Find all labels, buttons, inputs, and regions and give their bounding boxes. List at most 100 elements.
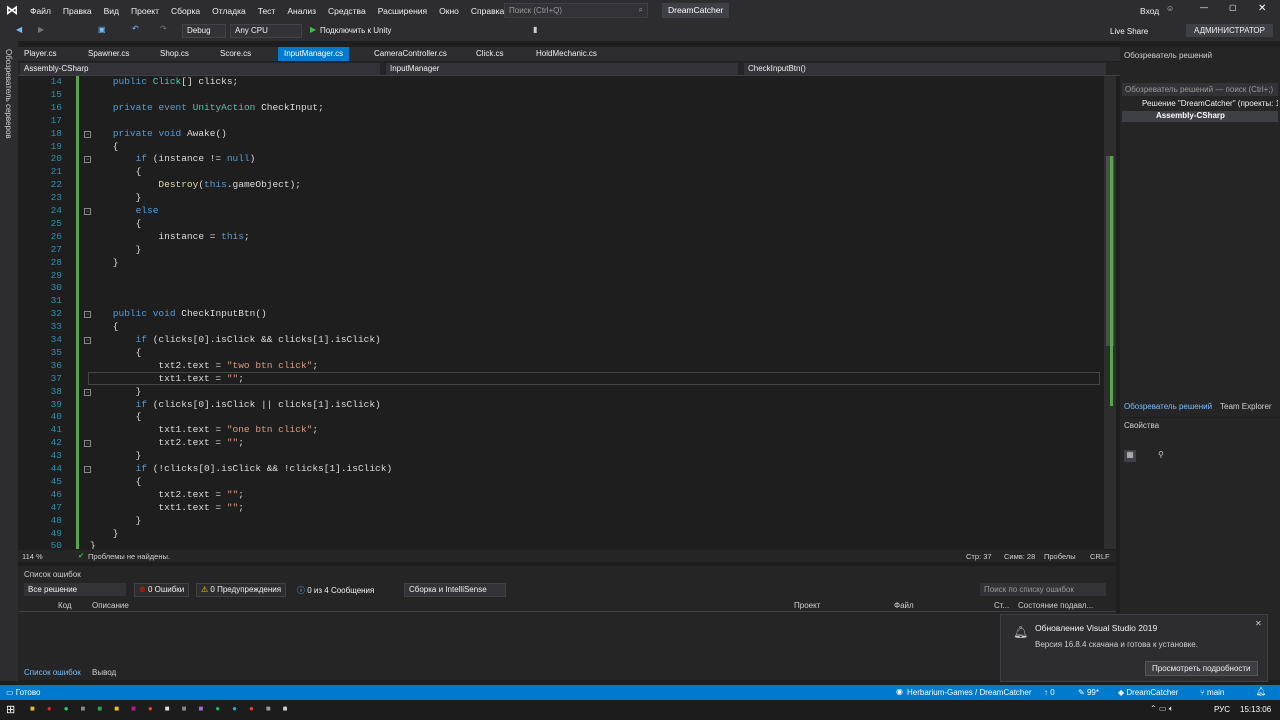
error-column-header[interactable]: Описание — [92, 601, 129, 610]
code-line[interactable]: private event UnityAction CheckInput; — [90, 102, 324, 113]
error-column-header[interactable]: Ст... — [994, 601, 1009, 610]
opera-app-icon[interactable]: ● — [47, 704, 52, 713]
chrome-app-icon[interactable]: ● — [148, 704, 153, 713]
fold-toggle-icon[interactable]: − — [84, 440, 91, 447]
app10-icon[interactable]: ■ — [182, 704, 187, 713]
code-line[interactable]: } — [90, 450, 142, 461]
team-explorer-tab[interactable]: Team Explorer — [1220, 402, 1272, 411]
attach-unity-button[interactable]: Подключить к Unity — [320, 26, 391, 35]
code-line[interactable]: txt2.text = ""; — [90, 437, 244, 448]
menu-item[interactable]: Окно — [433, 6, 465, 16]
wrench-icon[interactable]: ⚲ — [1158, 450, 1164, 459]
error-list-tab[interactable]: Список ошибок — [24, 668, 81, 677]
notifications-icon[interactable]: 🔔︎ — [1256, 687, 1266, 696]
live-share-button[interactable]: Live Share — [1110, 27, 1148, 36]
code-line[interactable]: } — [90, 528, 119, 539]
code-line[interactable]: private void Awake() — [90, 128, 227, 139]
visual-studio-app-icon[interactable]: ■ — [198, 704, 203, 713]
code-line[interactable]: } — [90, 515, 142, 526]
menu-item[interactable]: Файл — [24, 6, 57, 16]
login-link[interactable]: Вход — [1140, 6, 1159, 16]
close-button[interactable]: ✕ — [1258, 3, 1266, 14]
repo-link[interactable]: Herbarium-Games / DreamCatcher — [907, 688, 1031, 697]
chrome2-app-icon[interactable]: ● — [249, 704, 254, 713]
code-line[interactable]: } — [90, 386, 142, 397]
tab-cameracontroller[interactable]: CameraController.cs — [368, 47, 453, 61]
tab-click[interactable]: Click.cs — [470, 47, 510, 61]
app7-icon[interactable]: ■ — [131, 704, 136, 713]
windows-start-icon[interactable]: ⊞ — [6, 703, 15, 716]
code-line[interactable]: txt1.text = ""; — [90, 502, 244, 513]
app6-icon[interactable]: ■ — [114, 704, 119, 713]
tab-score[interactable]: Score.cs — [214, 47, 257, 61]
error-column-header[interactable]: Код — [58, 601, 72, 610]
solution-explorer-tab[interactable]: Обозреватель решений — [1124, 402, 1212, 411]
code-line[interactable]: { — [90, 347, 142, 358]
menu-item[interactable]: Анализ — [281, 6, 322, 16]
maximize-button[interactable]: ▢ — [1229, 3, 1237, 12]
fold-toggle-icon[interactable]: − — [84, 311, 91, 318]
menu-item[interactable]: Сборка — [165, 6, 206, 16]
error-column-header[interactable]: Файл — [894, 601, 914, 610]
code-line[interactable]: } — [90, 540, 96, 549]
code-line[interactable]: { — [90, 321, 119, 332]
eol-indicator[interactable]: CRLF — [1090, 552, 1110, 561]
tab-shop[interactable]: Shop.cs — [154, 47, 195, 61]
code-line[interactable]: } — [90, 244, 142, 255]
code-line[interactable]: if (!clicks[0].isClick && !clicks[1].isC… — [90, 463, 393, 474]
undo-icon[interactable]: ↶ — [132, 24, 139, 33]
code-line[interactable]: { — [90, 476, 142, 487]
back-icon[interactable]: ◀ — [16, 25, 22, 34]
code-line[interactable]: else — [90, 205, 159, 216]
tab-inputmanager[interactable]: InputManager.cs — [278, 47, 350, 61]
warnings-filter[interactable]: ⚠ 0 Предупреждения — [196, 583, 287, 597]
code-line[interactable]: { — [90, 411, 142, 422]
bookmark-icon[interactable]: ▮ — [533, 25, 537, 34]
platform-select[interactable]: Any CPU — [230, 24, 302, 38]
code-line[interactable]: } — [90, 192, 142, 203]
errors-filter[interactable]: ⊗ 0 Ошибки — [134, 583, 190, 597]
project-status[interactable]: ◆ DreamCatcher — [1118, 688, 1178, 697]
config-select[interactable]: Debug — [182, 24, 226, 38]
solution-node[interactable]: Решение "DreamCatcher" (проекты: 1 из 1) — [1142, 99, 1278, 108]
scope-dropdown[interactable]: Все решение — [24, 583, 126, 596]
app5-icon[interactable]: ■ — [97, 704, 102, 713]
class-dropdown[interactable]: InputManager — [386, 63, 738, 75]
save-icon[interactable]: ▣ — [98, 25, 106, 34]
system-tray-icons[interactable]: ⌃ ▭ 🔈︎ — [1150, 704, 1174, 714]
code-line[interactable]: instance = this; — [90, 231, 249, 242]
view-details-button[interactable]: Просмотреть подробности — [1145, 661, 1258, 676]
vs-logo-icon[interactable]: ⋈ — [6, 3, 20, 17]
code-line[interactable]: public Click[] clicks; — [90, 76, 238, 87]
spotify-app-icon[interactable]: ● — [215, 704, 220, 713]
code-line[interactable]: public void CheckInputBtn() — [90, 308, 267, 319]
fold-toggle-icon[interactable]: − — [84, 208, 91, 215]
code-line[interactable]: Destroy(this.gameObject); — [90, 179, 301, 190]
clock[interactable]: 15:13:06 — [1240, 705, 1271, 714]
fold-toggle-icon[interactable]: − — [84, 389, 91, 396]
issues-text[interactable]: Проблемы не найдены. — [88, 552, 170, 561]
menu-item[interactable]: Проект — [125, 6, 165, 16]
branch-status[interactable]: ⑂ main — [1200, 688, 1224, 697]
code-line[interactable]: { — [90, 218, 142, 229]
menu-item[interactable]: Правка — [57, 6, 98, 16]
telegram-app-icon[interactable]: ● — [232, 704, 237, 713]
server-explorer-tab[interactable]: Обозреватель серверов — [4, 49, 13, 139]
spaces-indicator[interactable]: Пробелы — [1044, 552, 1076, 561]
menu-item[interactable]: Вид — [98, 6, 125, 16]
fold-toggle-icon[interactable]: − — [84, 156, 91, 163]
input-language[interactable]: РУС — [1214, 705, 1230, 714]
project-dropdown[interactable]: Assembly-CSharp — [20, 63, 380, 75]
error-list-search[interactable]: Поиск по списку ошибок — [980, 583, 1106, 596]
menu-item[interactable]: Средства — [322, 6, 372, 16]
tab-holdmechanic[interactable]: HoldMechanic.cs — [530, 47, 603, 61]
code-line[interactable]: } — [90, 257, 119, 268]
close-notification-icon[interactable]: ✕ — [1255, 619, 1262, 628]
changes-count[interactable]: ✎ 99* — [1078, 688, 1099, 697]
code-line[interactable]: txt2.text = ""; — [90, 489, 244, 500]
code-line[interactable]: if (clicks[0].isClick && clicks[1].isCli… — [90, 334, 381, 345]
push-count[interactable]: ↑ 0 — [1044, 688, 1055, 697]
zoom-level[interactable]: 114 % — [22, 552, 43, 561]
member-dropdown[interactable]: CheckInputBtn() — [744, 63, 1106, 75]
app15-icon[interactable]: ■ — [266, 704, 271, 713]
